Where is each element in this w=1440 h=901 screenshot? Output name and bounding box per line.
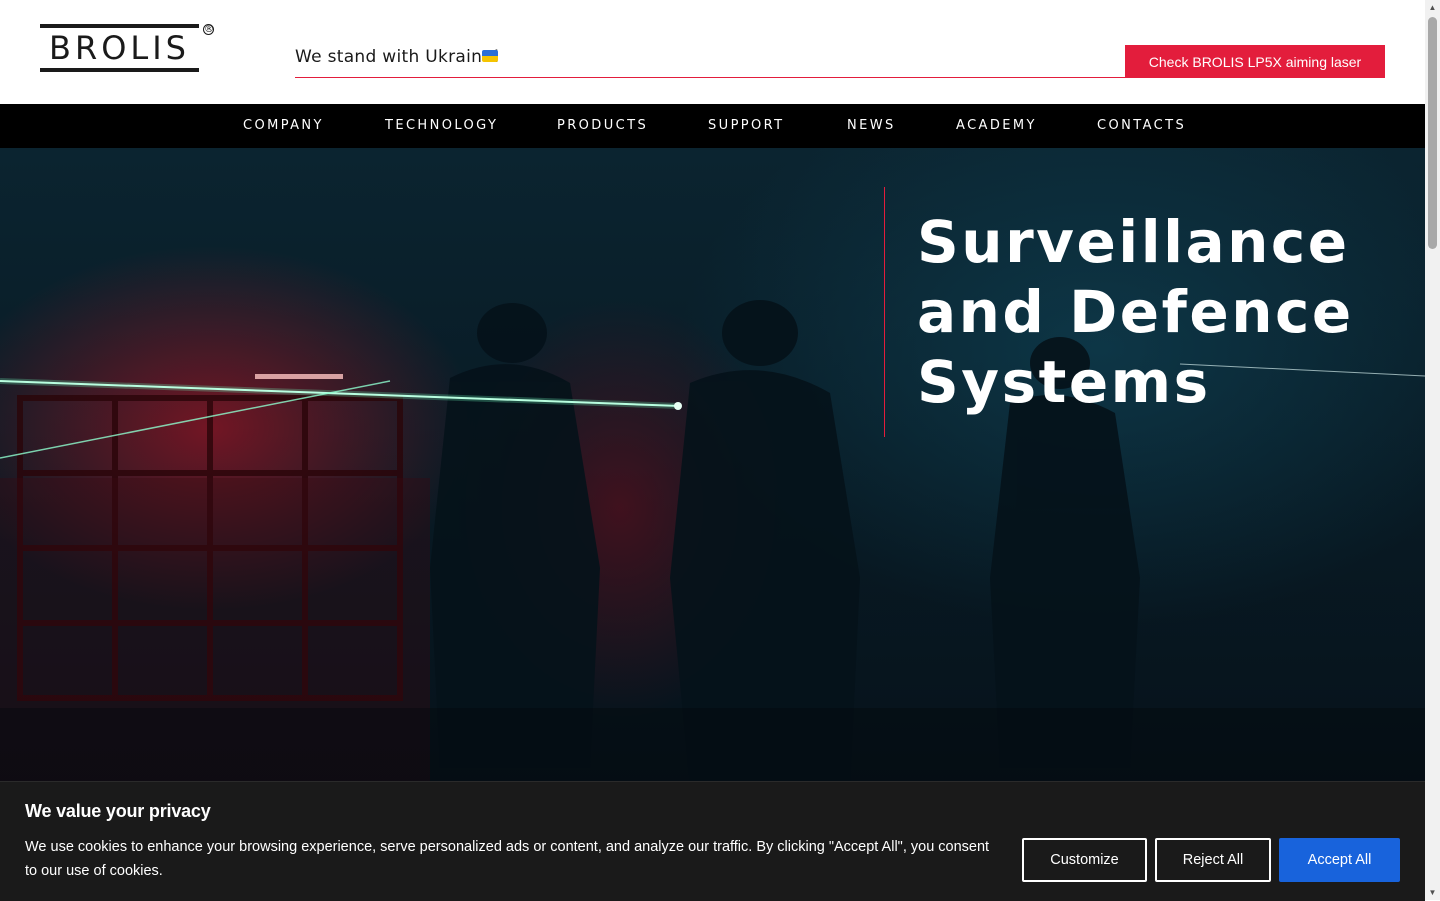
cookie-title: We value your privacy [25,801,211,821]
main-nav: COMPANY TECHNOLOGY PRODUCTS SUPPORT NEWS… [0,104,1425,148]
hero-title: Surveillance and Defence Systems [917,207,1354,417]
nav-item-news[interactable]: NEWS [847,104,896,148]
nav-item-technology[interactable]: TECHNOLOGY [385,104,498,148]
scrollbar-thumb[interactable] [1428,17,1437,249]
registered-mark: ® [203,24,214,35]
hero-title-block: Surveillance and Defence Systems [884,187,1405,437]
customize-button[interactable]: Customize [1022,838,1147,882]
scroll-down-arrow-icon[interactable]: ▼ [1425,885,1440,900]
ukraine-banner: We stand with Ukraine! [295,36,1125,78]
nav-item-contacts[interactable]: CONTACTS [1097,104,1186,148]
site-header: BROLIS ® We stand with Ukraine! Check BR… [0,0,1425,104]
cookie-body-text: We use cookies to enhance your browsing … [25,839,990,879]
cookie-consent-banner: We value your privacy We use cookies to … [0,781,1425,901]
nav-item-company[interactable]: COMPANY [243,104,324,148]
brolis-logo[interactable]: BROLIS ® [40,24,215,76]
logo-bottom-bar [40,68,199,72]
logo-top-bar [40,24,199,28]
lp5x-cta-button[interactable]: Check BROLIS LP5X aiming laser [1125,45,1385,78]
ukraine-flag-icon [482,50,498,62]
scroll-up-arrow-icon[interactable]: ▲ [1425,0,1440,15]
nav-item-support[interactable]: SUPPORT [708,104,785,148]
hero-title-line-1: Surveillance [917,208,1350,276]
page-scrollbar[interactable]: ▲ ▼ [1425,0,1440,900]
nav-item-academy[interactable]: ACADEMY [956,104,1037,148]
ceiling-light [255,374,343,379]
logo-text: BROLIS [49,29,190,67]
hero-title-line-3: Systems [917,348,1211,416]
nav-item-products[interactable]: PRODUCTS [557,104,648,148]
hero-title-line-2: and Defence [917,278,1354,346]
accept-all-button[interactable]: Accept All [1279,838,1400,882]
ukraine-banner-text: We stand with Ukraine! [295,47,501,67]
reject-all-button[interactable]: Reject All [1155,838,1271,882]
